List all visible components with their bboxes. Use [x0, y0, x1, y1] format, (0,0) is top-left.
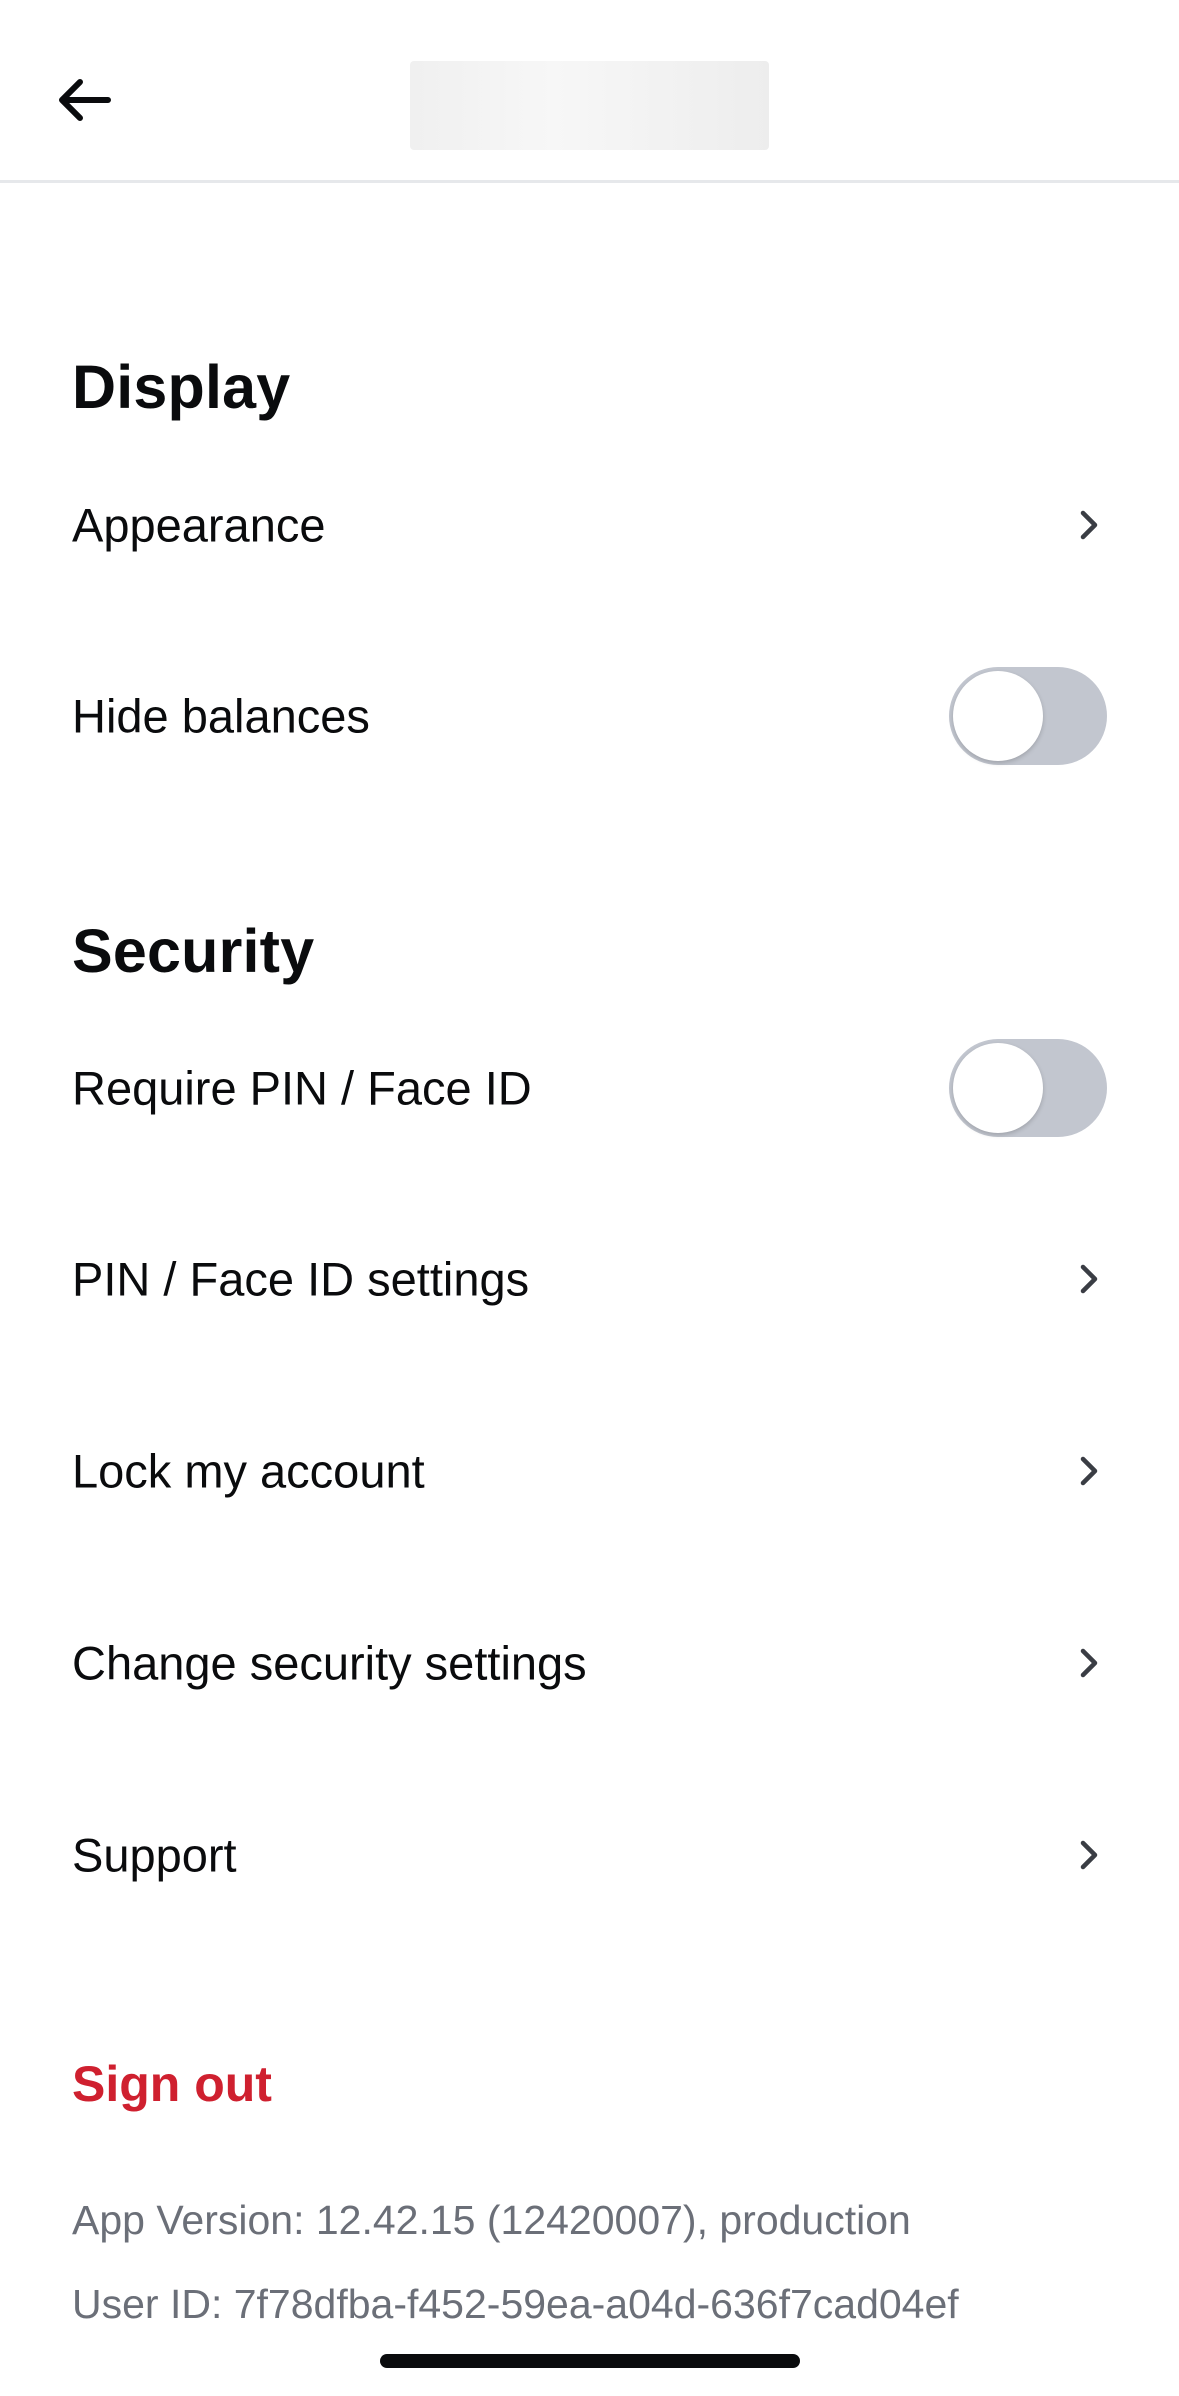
- section-title-display: Display: [72, 353, 291, 421]
- header-title-redacted: [410, 61, 769, 150]
- home-indicator: [380, 2354, 800, 2368]
- pin-settings-label: PIN / Face ID settings: [72, 1252, 530, 1306]
- lock-account-row[interactable]: Lock my account: [0, 1391, 1179, 1551]
- chevron-right-icon: [1080, 1840, 1098, 1870]
- chevron-right-icon: [1080, 510, 1098, 540]
- pin-settings-row[interactable]: PIN / Face ID settings: [0, 1199, 1179, 1359]
- sign-out-button[interactable]: Sign out: [72, 2055, 272, 2113]
- require-pin-label: Require PIN / Face ID: [72, 1061, 532, 1115]
- header-bar: [0, 0, 1179, 183]
- change-security-row[interactable]: Change security settings: [0, 1583, 1179, 1743]
- require-pin-toggle[interactable]: [949, 1039, 1107, 1137]
- appearance-label: Appearance: [72, 498, 326, 552]
- hide-balances-row: Hide balances: [0, 636, 1179, 796]
- lock-account-label: Lock my account: [72, 1444, 425, 1498]
- chevron-right-icon: [1080, 1648, 1098, 1678]
- require-pin-row: Require PIN / Face ID: [0, 1008, 1179, 1168]
- back-button[interactable]: [44, 60, 124, 140]
- settings-screen: Display Appearance Hide balances Securit…: [0, 0, 1179, 2396]
- chevron-right-icon: [1080, 1264, 1098, 1294]
- chevron-right-icon: [1080, 1456, 1098, 1486]
- section-title-security: Security: [72, 917, 315, 985]
- app-version-text: App Version: 12.42.15 (12420007), produc…: [72, 2197, 911, 2243]
- support-label: Support: [72, 1828, 237, 1882]
- toggle-knob: [953, 671, 1043, 761]
- hide-balances-toggle[interactable]: [949, 667, 1107, 765]
- hide-balances-label: Hide balances: [72, 689, 370, 743]
- change-security-label: Change security settings: [72, 1636, 587, 1690]
- user-id-text: User ID: 7f78dfba-f452-59ea-a04d-636f7ca…: [72, 2281, 959, 2327]
- arrow-left-icon: [59, 79, 111, 121]
- appearance-row[interactable]: Appearance: [0, 445, 1179, 605]
- support-row[interactable]: Support: [0, 1775, 1179, 1935]
- toggle-knob: [953, 1043, 1043, 1133]
